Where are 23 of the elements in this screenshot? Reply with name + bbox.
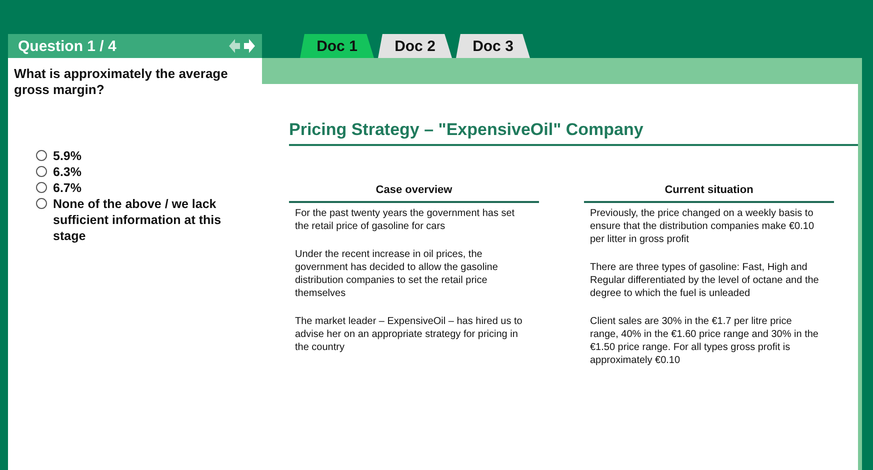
document-tab[interactable]: Doc 3 <box>456 34 530 58</box>
paragraph: Previously, the price changed on a weekly basis to ensure that the distribution companies make €0.10 per litter in gross profit <box>590 207 816 246</box>
question-text: What is approximately the average gross margin? <box>13 65 229 98</box>
radio-button[interactable] <box>36 150 47 161</box>
option-label: 6.3% <box>53 164 82 180</box>
option-label: 5.9% <box>53 148 82 164</box>
radio-button[interactable] <box>36 198 47 209</box>
column-heading: Current situation <box>584 184 834 203</box>
paragraph: The market leader – ExpensiveOil – has hired us to advise her on an appropriate strategy for pricing in the country <box>295 315 524 354</box>
question-title: Question 1 / 4 <box>18 38 116 54</box>
paragraph: There are three types of gasoline: Fast, High and Regular differentiated by the level of octane and the degree to which the fuel is unleaded <box>590 261 820 300</box>
paragraph: Under the recent increase in oil prices, the government has decided to allow the gasoline distribution companies to set the retail price themselves <box>295 248 499 300</box>
document-title: Pricing Strategy – "ExpensiveOil" Company <box>289 120 858 146</box>
option-label: None of the above / we lack sufficient information at this stage <box>53 196 222 244</box>
option-label: 6.7% <box>53 180 82 196</box>
document-tab[interactable]: Doc 2 <box>378 34 452 58</box>
column-heading: Case overview <box>289 184 539 203</box>
paragraph: For the past twenty years the government has set the retail price of gasoline for cars <box>295 207 516 233</box>
navigation-arrows-icon[interactable] <box>228 37 256 55</box>
document-tab[interactable]: Doc 1 <box>300 34 374 58</box>
radio-button[interactable] <box>36 166 47 177</box>
radio-button[interactable] <box>36 182 47 193</box>
paragraph: Client sales are 30% in the €1.7 per litre price range, 40% in the €1.60 price range and 30% in the €1.50 price range. For all types gross profit is approximately €0.10 <box>590 315 820 367</box>
